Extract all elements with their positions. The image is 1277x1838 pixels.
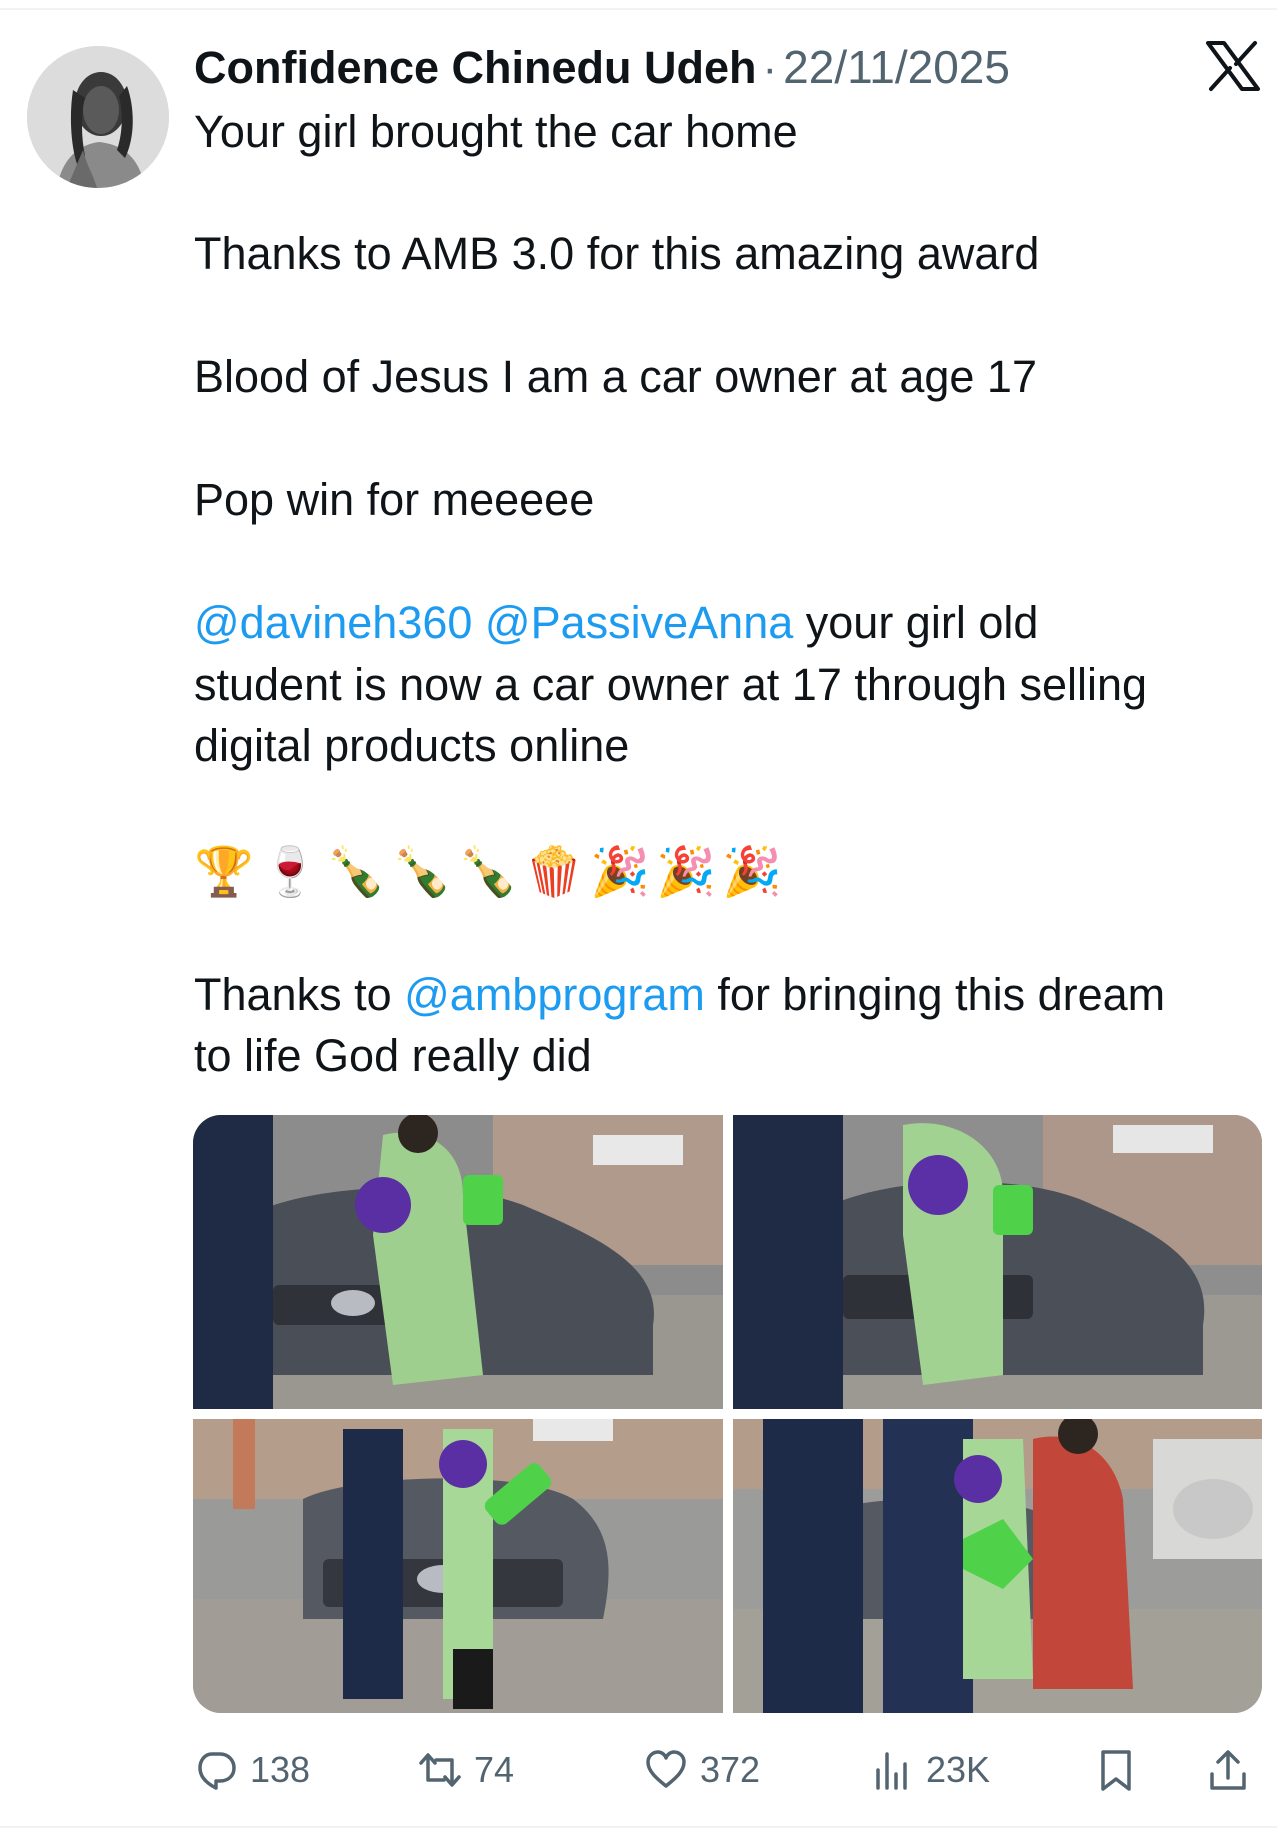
author-name[interactable]: Confidence Chinedu Udeh bbox=[194, 42, 757, 94]
photo-3[interactable] bbox=[193, 1419, 723, 1713]
post-text-line-4: Pop win for meeeee bbox=[194, 474, 595, 525]
reply-button[interactable]: 138 bbox=[194, 1740, 310, 1800]
bookmark-button[interactable] bbox=[1094, 1740, 1138, 1800]
post-text-line-1: Your girl brought the car home bbox=[194, 106, 798, 157]
party-popper-emoji: 🎉 bbox=[722, 846, 782, 899]
champagne-emoji: 🍾 bbox=[458, 846, 518, 899]
champagne-emoji: 🍾 bbox=[392, 846, 452, 899]
media-grid bbox=[193, 1115, 1262, 1713]
like-count: 372 bbox=[700, 1749, 761, 1790]
share-button[interactable] bbox=[1206, 1740, 1250, 1800]
mention-davineh360[interactable]: @davineh360 bbox=[194, 597, 472, 648]
post-actions: 138 74 372 23K bbox=[194, 1740, 1264, 1800]
wine-glass-emoji: 🍷 bbox=[260, 846, 320, 899]
photo-1[interactable] bbox=[193, 1115, 723, 1409]
like-button[interactable]: 372 bbox=[644, 1740, 760, 1800]
post-text-line-2: Thanks to AMB 3.0 for this amazing award bbox=[194, 228, 1040, 279]
post-text-line-7: digital products online bbox=[194, 720, 630, 771]
post-text-fragment: for bringing this dream bbox=[704, 969, 1166, 1020]
reply-count: 138 bbox=[250, 1749, 311, 1790]
repost-count: 74 bbox=[474, 1749, 515, 1790]
mention-passiveanna[interactable]: @PassiveAnna bbox=[485, 597, 793, 648]
post-text-line-3: Blood of Jesus I am a car owner at age 1… bbox=[194, 351, 1037, 402]
repost-icon bbox=[419, 1753, 461, 1787]
top-divider bbox=[0, 8, 1277, 10]
bookmark-icon bbox=[1101, 1750, 1131, 1791]
party-popper-emoji: 🎉 bbox=[656, 846, 716, 899]
photo-4[interactable] bbox=[733, 1419, 1262, 1713]
popcorn-emoji: 🍿 bbox=[524, 846, 584, 899]
emoji-row: 🏆 🍷 🍾 🍾 🍾 🍿 🎉 🎉 🎉 bbox=[194, 840, 782, 906]
party-popper-emoji: 🎉 bbox=[590, 846, 650, 899]
post-text-line-5: @davineh360 @PassiveAnna your girl old bbox=[194, 592, 1254, 654]
views-count: 23K bbox=[926, 1749, 991, 1790]
post-header: Confidence Chinedu Udeh · 22/11/2025 bbox=[194, 40, 1010, 93]
post-text-line-8: Thanks to @ambprogram for bringing this … bbox=[194, 964, 1254, 1026]
reply-icon bbox=[198, 1752, 236, 1790]
header-separator: · bbox=[762, 44, 778, 93]
post-text-line-6: student is now a car owner at 17 through… bbox=[194, 659, 1148, 710]
post-text-fragment: your girl old bbox=[793, 597, 1039, 648]
repost-button[interactable]: 74 bbox=[418, 1740, 514, 1800]
views-icon bbox=[876, 1752, 907, 1790]
post-text-fragment: Thanks to bbox=[194, 969, 405, 1020]
mention-ambprogram[interactable]: @ambprogram bbox=[404, 969, 705, 1020]
photo-2[interactable] bbox=[733, 1115, 1262, 1409]
post-date[interactable]: 22/11/2025 bbox=[783, 40, 1010, 94]
avatar[interactable] bbox=[27, 46, 169, 188]
champagne-emoji: 🍾 bbox=[326, 846, 386, 899]
share-icon bbox=[1210, 1750, 1246, 1790]
heart-icon bbox=[646, 1750, 686, 1788]
x-logo-icon bbox=[1205, 40, 1261, 92]
trophy-emoji: 🏆 bbox=[194, 846, 254, 899]
post-text-line-9: to life God really did bbox=[194, 1030, 592, 1081]
views-button[interactable]: 23K bbox=[870, 1740, 990, 1800]
bottom-divider bbox=[0, 1826, 1277, 1828]
